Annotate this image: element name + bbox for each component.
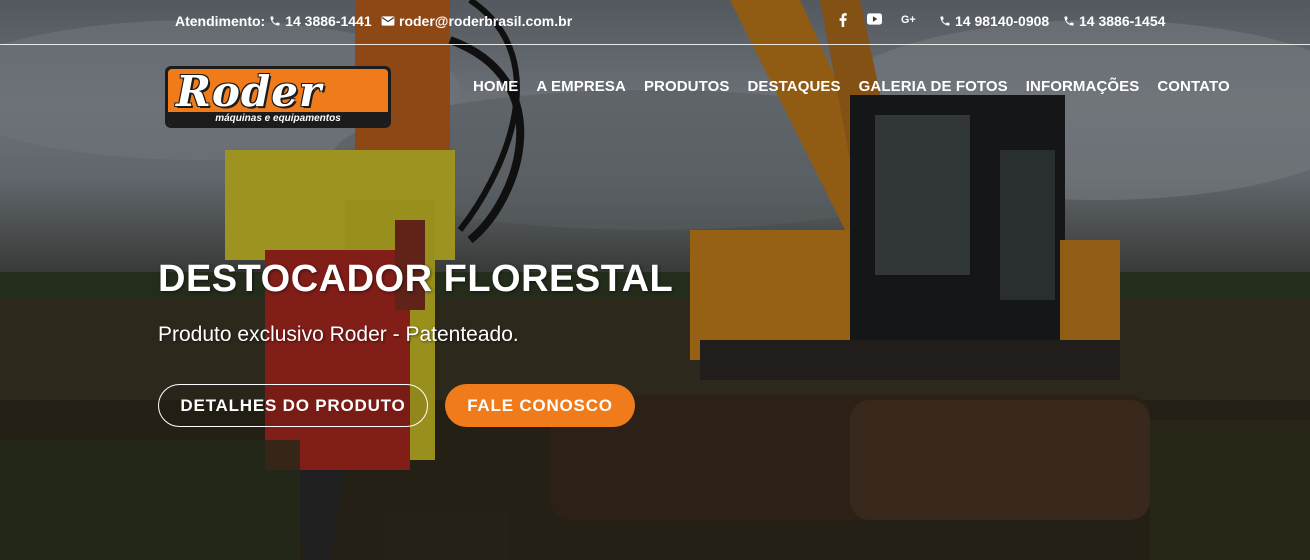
phone-2-text: 14 98140-0908 — [955, 13, 1050, 29]
main-navigation: HOME A EMPRESA PRODUTOS DESTAQUES GALERI… — [473, 78, 1230, 95]
logo-tagline: máquinas e equipamentos — [168, 112, 388, 125]
youtube-link[interactable] — [867, 13, 882, 25]
logo-wordmark: Roder — [176, 69, 323, 116]
top-contact-bar: Atendimento: 14 3886-1441 roder@roderbra… — [0, 0, 1310, 45]
nav-item-informacoes[interactable]: INFORMAÇÕES — [1026, 78, 1140, 95]
nav-item-contato[interactable]: CONTATO — [1157, 78, 1229, 95]
phone-3-text: 14 3886-1454 — [1079, 13, 1166, 29]
email-contact[interactable]: roder@roderbrasil.com.br — [381, 13, 572, 29]
nav-item-produtos[interactable]: PRODUTOS — [644, 78, 730, 95]
phone-icon — [939, 15, 951, 27]
hero-subtitle: Produto exclusivo Roder - Patenteado. — [158, 323, 519, 346]
attendance-label: Atendimento: — [175, 13, 266, 29]
nav-item-home[interactable]: HOME — [473, 78, 518, 95]
youtube-icon — [867, 13, 882, 25]
contact-us-button[interactable]: FALE CONOSCO — [445, 384, 635, 427]
google-plus-icon: G+ — [901, 13, 920, 25]
envelope-icon — [381, 15, 395, 27]
google-plus-link[interactable]: G+ — [901, 13, 920, 25]
attendance-info: Atendimento: 14 3886-1441 — [175, 13, 372, 29]
phone-icon — [1063, 15, 1075, 27]
phone-3-contact[interactable]: 14 3886-1454 — [1063, 13, 1165, 29]
svg-text:G+: G+ — [901, 14, 916, 25]
logo-plate: Roder máquinas e equipamentos — [168, 69, 388, 125]
nav-item-a-empresa[interactable]: A EMPRESA — [536, 78, 626, 95]
facebook-link[interactable] — [839, 13, 847, 27]
roder-logo[interactable]: Roder máquinas e equipamentos — [165, 66, 391, 128]
nav-item-destaques[interactable]: DESTAQUES — [747, 78, 840, 95]
hero-title: DESTOCADOR FLORESTAL — [158, 258, 674, 300]
phone-2-contact[interactable]: 14 98140-0908 — [939, 13, 1049, 29]
attendance-phone-link[interactable]: 14 3886-1441 — [285, 13, 371, 29]
email-text: roder@roderbrasil.com.br — [399, 13, 573, 29]
hero-section: Atendimento: 14 3886-1441 roder@roderbra… — [0, 0, 1310, 560]
nav-item-galeria-de-fotos[interactable]: GALERIA DE FOTOS — [859, 78, 1008, 95]
phone-icon — [269, 15, 281, 27]
facebook-icon — [839, 13, 847, 27]
product-details-button[interactable]: DETALHES DO PRODUTO — [158, 384, 428, 427]
